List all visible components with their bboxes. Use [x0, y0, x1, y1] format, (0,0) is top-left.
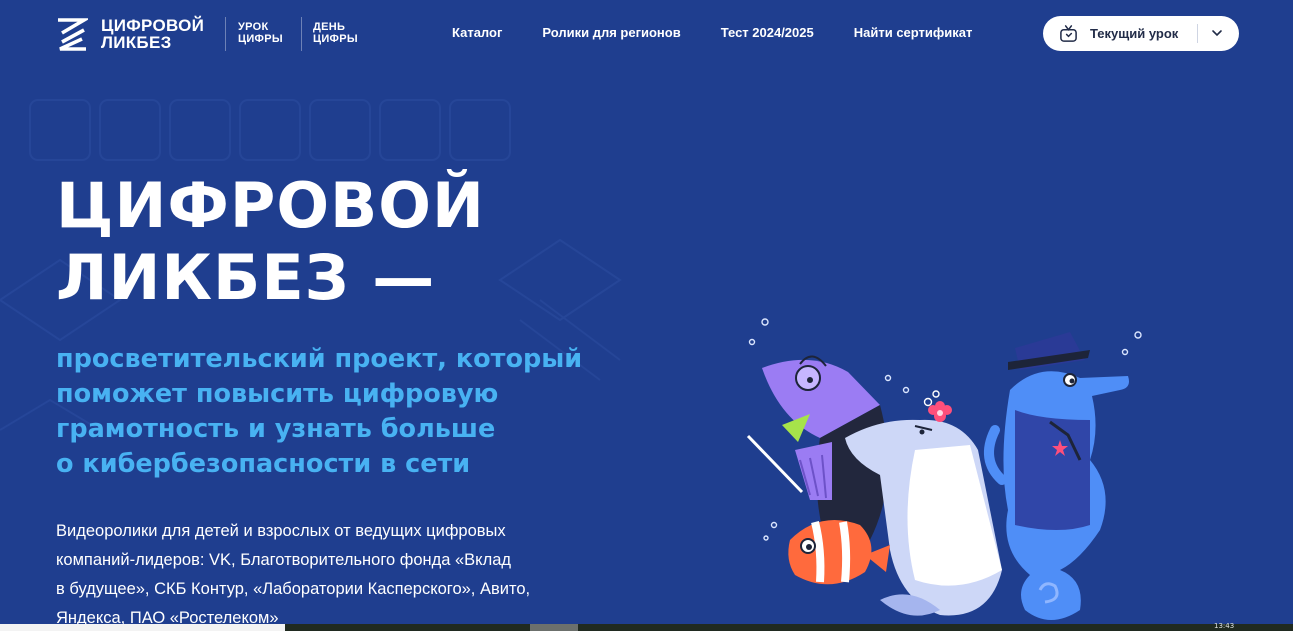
hero-description-line: в будущее», СКБ Контур, «Лаборатории Кас…: [56, 580, 531, 598]
logo-line-1: ЦИФРОВОЙ: [101, 16, 205, 35]
nav-test[interactable]: Тест 2024/2025: [721, 25, 814, 40]
hero-subtitle-line: просветительский проект, который: [56, 344, 583, 374]
taskbar-segment: [0, 624, 285, 631]
chevron-down-icon: [1212, 30, 1222, 37]
nav-find-certificate[interactable]: Найти сертификат: [854, 25, 973, 40]
tv-icon: [1060, 25, 1077, 42]
main-nav: Каталог Ролики для регионов Тест 2024/20…: [452, 25, 972, 40]
taskbar-segment: [530, 624, 578, 631]
den-line-2: ЦИФРЫ: [313, 33, 358, 45]
hero-title-line: ЦИФРОВОЙ: [56, 169, 485, 242]
current-lesson-button[interactable]: Текущий урок: [1043, 16, 1239, 51]
nav-catalog[interactable]: Каталог: [452, 25, 502, 40]
hero-title-line: ЛИКБЕЗ —: [56, 241, 436, 314]
hero-subtitle-line: грамотность и узнать больше: [56, 414, 496, 444]
current-lesson-label: Текущий урок: [1090, 26, 1179, 41]
hero-description: Видеоролики для детей и взрослых от веду…: [56, 517, 626, 631]
urok-line-1: УРОК: [238, 21, 269, 33]
hero-subtitle-line: поможет повысить цифровую: [56, 379, 499, 409]
hero-description-line: Видеоролики для детей и взрослых от веду…: [56, 522, 506, 540]
urok-cifry-link[interactable]: УРОК ЦИФРЫ: [238, 21, 283, 45]
den-line-1: ДЕНЬ: [313, 21, 346, 33]
hero-subtitle-line: о кибербезопасности в сети: [56, 449, 471, 479]
urok-line-2: ЦИФРЫ: [238, 33, 283, 45]
logo-line-2: ЛИКБЕЗ: [101, 33, 172, 52]
logo-text: ЦИФРОВОЙ ЛИКБЕЗ: [101, 17, 204, 51]
sea-characters-illustration: [746, 318, 1142, 620]
button-divider: [1197, 24, 1198, 43]
nav-regional-videos[interactable]: Ролики для регионов: [542, 25, 680, 40]
site-logo[interactable]: ЦИФРОВОЙ ЛИКБЕЗ: [56, 16, 204, 52]
taskbar-clock: 13:43: [1214, 622, 1235, 630]
header-divider: [301, 17, 302, 51]
hero-subtitle: просветительский проект, который поможет…: [56, 342, 656, 482]
logo-chevrons-icon: [58, 18, 88, 51]
os-taskbar: 13:43: [0, 622, 1293, 631]
den-cifry-link[interactable]: ДЕНЬ ЦИФРЫ: [313, 21, 358, 45]
hero-title: ЦИФРОВОЙ ЛИКБЕЗ —: [56, 170, 616, 314]
header-divider: [225, 17, 226, 51]
hero-description-line: компаний-лидеров: VK, Благотворительного…: [56, 551, 512, 569]
site-header: ЦИФРОВОЙ ЛИКБЕЗ УРОК ЦИФРЫ ДЕНЬ ЦИФРЫ Ка…: [0, 0, 1293, 68]
